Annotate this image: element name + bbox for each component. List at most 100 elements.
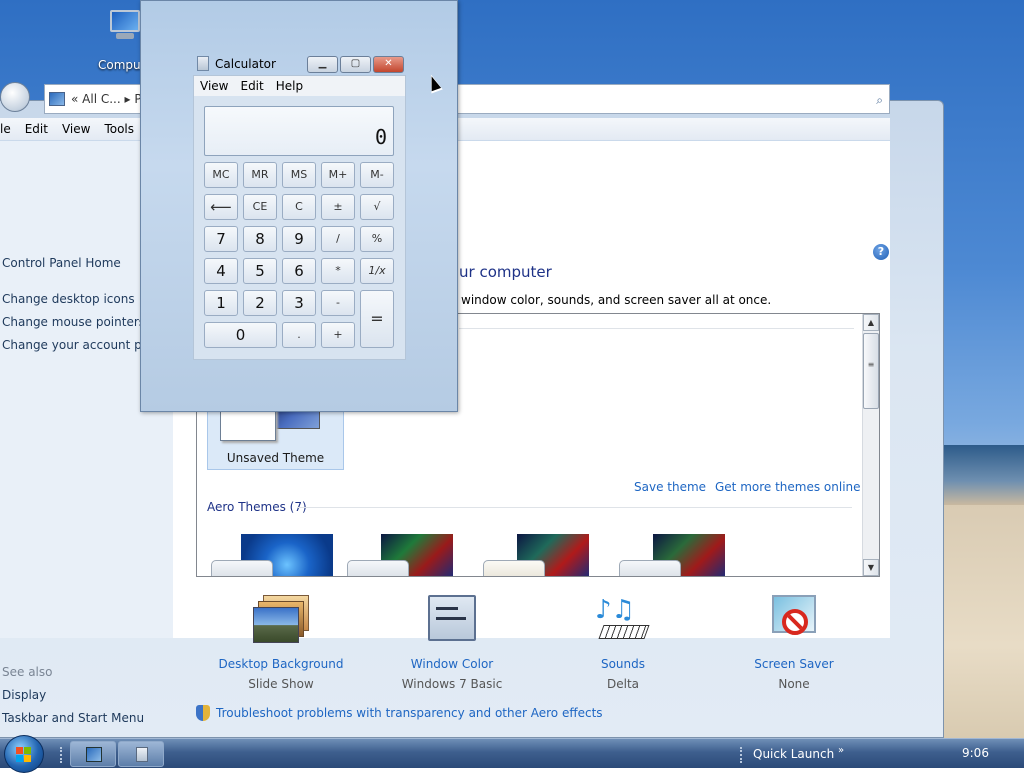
key-plus-minus[interactable]: ± bbox=[321, 194, 355, 220]
calc-menu-edit[interactable]: Edit bbox=[240, 79, 263, 93]
help-icon[interactable]: ? bbox=[873, 244, 889, 260]
aero-theme-windows7[interactable] bbox=[211, 534, 333, 576]
aero-themes-heading: Aero Themes (7) bbox=[207, 500, 307, 514]
menu-file[interactable]: le bbox=[0, 122, 11, 136]
window-color-item[interactable]: Window Color Windows 7 Basic bbox=[372, 585, 532, 691]
address-text: « All C... ▸ P bbox=[71, 92, 142, 106]
menu-tools[interactable]: Tools bbox=[104, 122, 134, 136]
calculator-menu-bar: View Edit Help bbox=[194, 76, 405, 96]
key-percent[interactable]: % bbox=[360, 226, 394, 252]
personalization-settings: Desktop Background Slide Show Window Col… bbox=[173, 585, 890, 725]
key-minus[interactable]: - bbox=[321, 290, 355, 316]
vertical-scrollbar[interactable]: ▲ ≡ ▼ bbox=[862, 314, 879, 576]
screen-saver-link[interactable]: Screen Saver bbox=[714, 657, 874, 671]
calculator-title: Calculator bbox=[215, 56, 276, 71]
calc-close-button[interactable]: ✕ bbox=[373, 56, 404, 73]
change-mouse-pointers-link[interactable]: Change mouse pointers bbox=[2, 315, 145, 329]
change-account-picture-link[interactable]: Change your account pict bbox=[2, 338, 156, 352]
menu-edit[interactable]: Edit bbox=[25, 122, 48, 136]
chevron-icon: » bbox=[838, 745, 845, 756]
key-backspace[interactable]: ⟵ bbox=[204, 194, 238, 220]
screen-saver-item[interactable]: Screen Saver None bbox=[714, 585, 874, 691]
key-m-minus[interactable]: M- bbox=[360, 162, 394, 188]
save-theme-link[interactable]: Save theme bbox=[634, 480, 706, 494]
computer-icon bbox=[104, 8, 142, 40]
scroll-down-arrow-icon[interactable]: ▼ bbox=[863, 559, 879, 576]
key-7[interactable]: 7 bbox=[204, 226, 238, 252]
key-ce[interactable]: CE bbox=[243, 194, 277, 220]
scroll-up-arrow-icon[interactable]: ▲ bbox=[863, 314, 879, 331]
wallpaper-beach bbox=[940, 505, 1024, 740]
back-button[interactable] bbox=[0, 82, 30, 112]
key-9[interactable]: 9 bbox=[282, 226, 316, 252]
taskbar-grip[interactable] bbox=[740, 747, 744, 763]
search-icon[interactable]: ⌕ bbox=[876, 93, 883, 108]
taskbar-start-menu-link[interactable]: Taskbar and Start Menu bbox=[2, 711, 144, 725]
desktop-background-item[interactable]: Desktop Background Slide Show bbox=[201, 585, 361, 691]
calc-minimize-button[interactable]: ▁ bbox=[307, 56, 338, 73]
unsaved-theme-label: Unsaved Theme bbox=[226, 451, 325, 465]
key-divide[interactable]: / bbox=[321, 226, 355, 252]
taskbar-calculator[interactable] bbox=[118, 741, 164, 767]
window-color-icon bbox=[424, 595, 480, 647]
key-1[interactable]: 1 bbox=[204, 290, 238, 316]
key-2[interactable]: 2 bbox=[243, 290, 277, 316]
desktop-background-link[interactable]: Desktop Background bbox=[201, 657, 361, 671]
aero-theme-characters[interactable] bbox=[483, 534, 589, 576]
calc-maximize-button[interactable]: ▢ bbox=[340, 56, 371, 73]
start-button[interactable] bbox=[4, 735, 44, 773]
taskbar-grip[interactable] bbox=[60, 747, 64, 763]
aero-theme-architecture[interactable] bbox=[347, 534, 453, 576]
sounds-value: Delta bbox=[606, 677, 639, 691]
sounds-icon: ♪♫ bbox=[595, 595, 651, 647]
calculator-window: Calculator ▁ ▢ ✕ View Edit Help 0 MC MR … bbox=[140, 0, 458, 412]
troubleshoot-aero-link[interactable]: Troubleshoot problems with transparency … bbox=[196, 705, 603, 721]
calc-menu-help[interactable]: Help bbox=[276, 79, 303, 93]
get-more-themes-link[interactable]: Get more themes online bbox=[715, 480, 861, 494]
control-panel-icon bbox=[86, 747, 102, 762]
quick-launch-label: Quick Launch bbox=[753, 747, 835, 761]
theme-glass-swatch bbox=[211, 560, 273, 576]
key-0[interactable]: 0 bbox=[204, 322, 277, 348]
calculator-display: 0 bbox=[204, 106, 394, 156]
key-6[interactable]: 6 bbox=[282, 258, 316, 284]
key-4[interactable]: 4 bbox=[204, 258, 238, 284]
window-color-link[interactable]: Window Color bbox=[372, 657, 532, 671]
key-decimal[interactable]: . bbox=[282, 322, 316, 348]
scroll-thumb[interactable]: ≡ bbox=[863, 333, 879, 409]
see-also-heading: See also bbox=[2, 665, 53, 679]
key-mc[interactable]: MC bbox=[204, 162, 238, 188]
key-multiply[interactable]: * bbox=[321, 258, 355, 284]
taskbar-personalization[interactable] bbox=[70, 741, 116, 767]
menu-view[interactable]: View bbox=[62, 122, 90, 136]
key-sqrt[interactable]: √ bbox=[360, 194, 394, 220]
control-panel-home-link[interactable]: Control Panel Home bbox=[2, 256, 121, 270]
clock[interactable]: 9:06 bbox=[962, 746, 989, 760]
calculator-icon bbox=[136, 747, 148, 762]
quick-launch-toolbar[interactable]: Quick Launch » bbox=[753, 745, 844, 761]
control-panel-icon bbox=[49, 92, 65, 106]
sounds-link[interactable]: Sounds bbox=[543, 657, 703, 671]
key-3[interactable]: 3 bbox=[282, 290, 316, 316]
page-title: ur computer bbox=[459, 263, 552, 281]
change-desktop-icons-link[interactable]: Change desktop icons bbox=[2, 292, 135, 306]
calculator-titlebar[interactable]: Calculator bbox=[197, 56, 276, 71]
calc-menu-view[interactable]: View bbox=[200, 79, 228, 93]
calculator-app-icon bbox=[197, 56, 209, 71]
taskbar: Quick Launch » 9:06 bbox=[0, 735, 1024, 773]
key-5[interactable]: 5 bbox=[243, 258, 277, 284]
key-equals[interactable]: = bbox=[360, 290, 394, 348]
key-m-plus[interactable]: M+ bbox=[321, 162, 355, 188]
aero-theme-landscapes[interactable] bbox=[619, 534, 725, 576]
key-reciprocal[interactable]: 1/x bbox=[360, 258, 394, 284]
theme-glass-swatch bbox=[619, 560, 681, 576]
windows-flag-icon bbox=[16, 747, 32, 763]
calculator-window-controls: ▁ ▢ ✕ bbox=[307, 56, 404, 73]
sounds-item[interactable]: ♪♫ Sounds Delta bbox=[543, 585, 703, 691]
key-plus[interactable]: + bbox=[321, 322, 355, 348]
key-mr[interactable]: MR bbox=[243, 162, 277, 188]
key-8[interactable]: 8 bbox=[243, 226, 277, 252]
display-link[interactable]: Display bbox=[2, 688, 46, 702]
key-c[interactable]: C bbox=[282, 194, 316, 220]
key-ms[interactable]: MS bbox=[282, 162, 316, 188]
